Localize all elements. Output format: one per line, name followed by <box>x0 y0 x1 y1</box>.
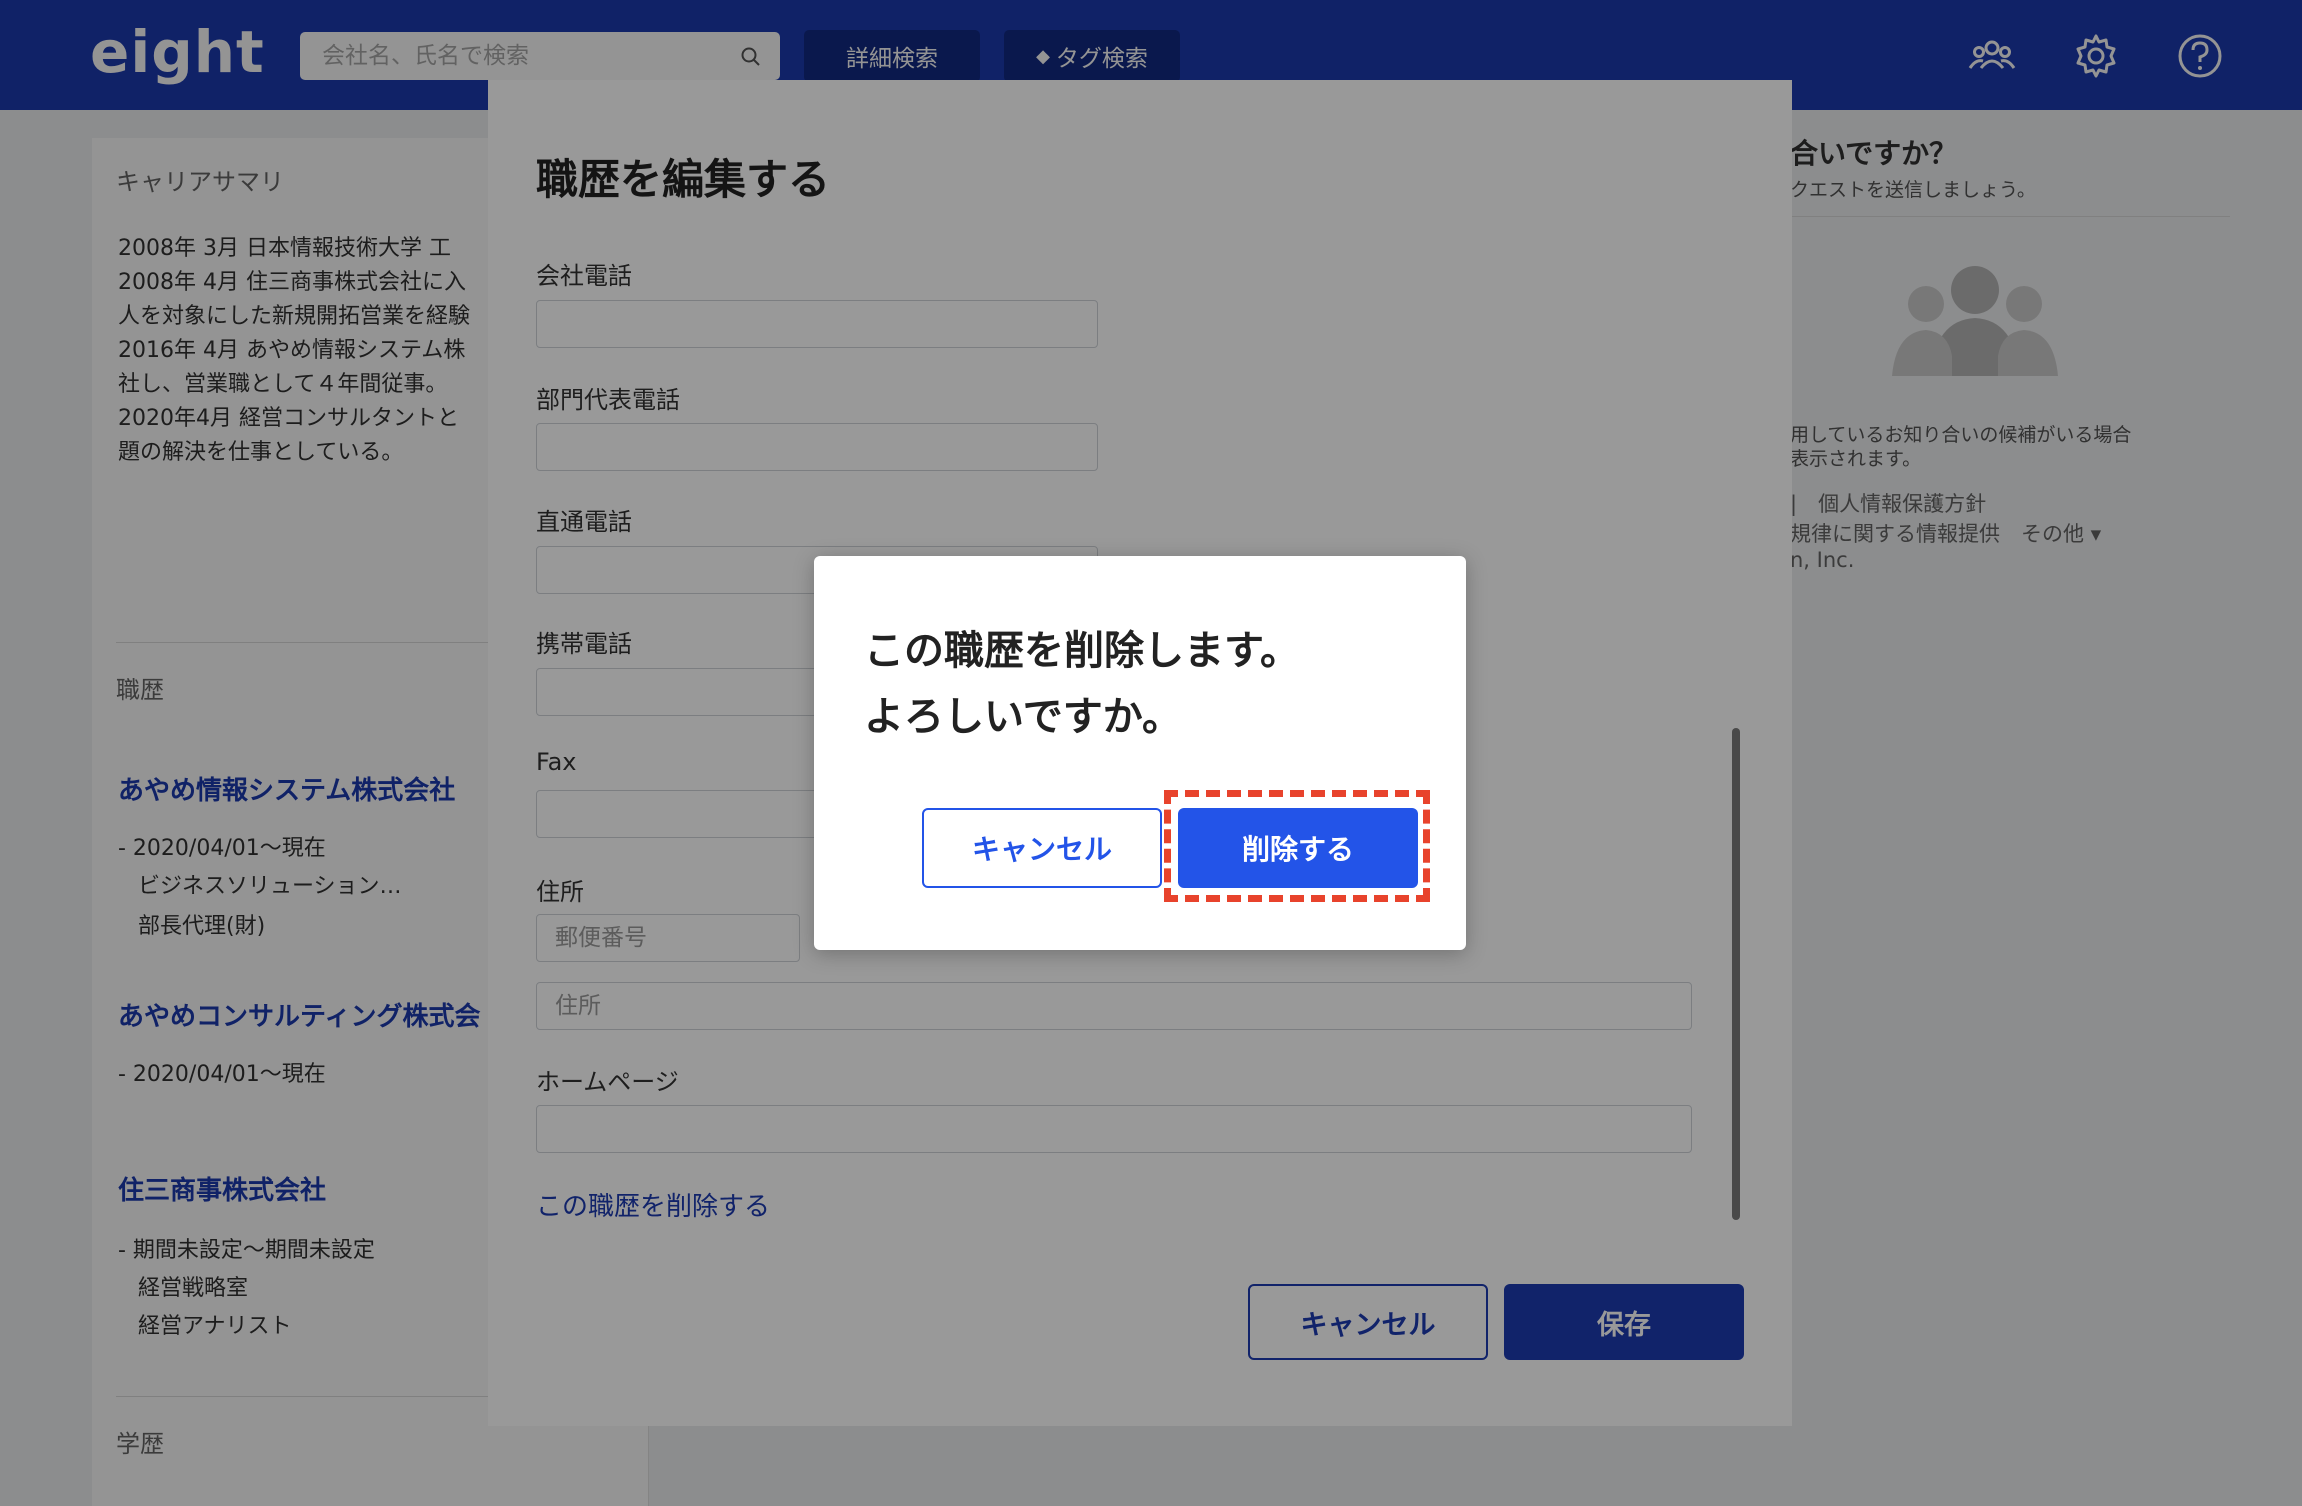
confirm-message-line: よろしいですか。 <box>864 694 1182 740</box>
confirm-delete-label: 削除する <box>1241 833 1354 866</box>
confirm-cancel-label: キャンセル <box>971 833 1112 866</box>
edit-cancel-button[interactable]: キャンセル <box>1248 1284 1488 1360</box>
fax-label: Fax <box>536 748 577 776</box>
scrollbar[interactable] <box>1732 728 1740 1220</box>
dept-phone-label: 部門代表電話 <box>536 386 680 414</box>
confirm-message-line: この職歴を削除します。 <box>864 628 1300 674</box>
confirm-delete-button[interactable]: 削除する <box>1178 808 1418 888</box>
mobile-phone-label: 携帯電話 <box>536 630 632 658</box>
address-label: 住所 <box>536 878 584 906</box>
confirm-message: この職歴を削除します。 よろしいですか。 <box>864 618 1300 750</box>
delete-career-link[interactable]: この職歴を削除する <box>536 1186 770 1223</box>
save-label: 保存 <box>1597 1309 1651 1341</box>
modal-title: 職歴を編集する <box>536 155 831 204</box>
dept-phone-input[interactable] <box>536 423 1098 471</box>
delete-confirm-dialog: この職歴を削除します。 よろしいですか。 キャンセル 削除する <box>814 556 1466 950</box>
homepage-input[interactable] <box>536 1105 1692 1153</box>
address-input[interactable] <box>536 982 1692 1030</box>
confirm-cancel-button[interactable]: キャンセル <box>922 808 1162 888</box>
save-button[interactable]: 保存 <box>1504 1284 1744 1360</box>
homepage-label: ホームページ <box>536 1068 679 1096</box>
company-phone-input[interactable] <box>536 300 1098 348</box>
edit-cancel-label: キャンセル <box>1300 1309 1436 1341</box>
zip-code-input[interactable] <box>536 914 800 962</box>
company-phone-label: 会社電話 <box>536 262 632 290</box>
direct-phone-label: 直通電話 <box>536 508 632 536</box>
